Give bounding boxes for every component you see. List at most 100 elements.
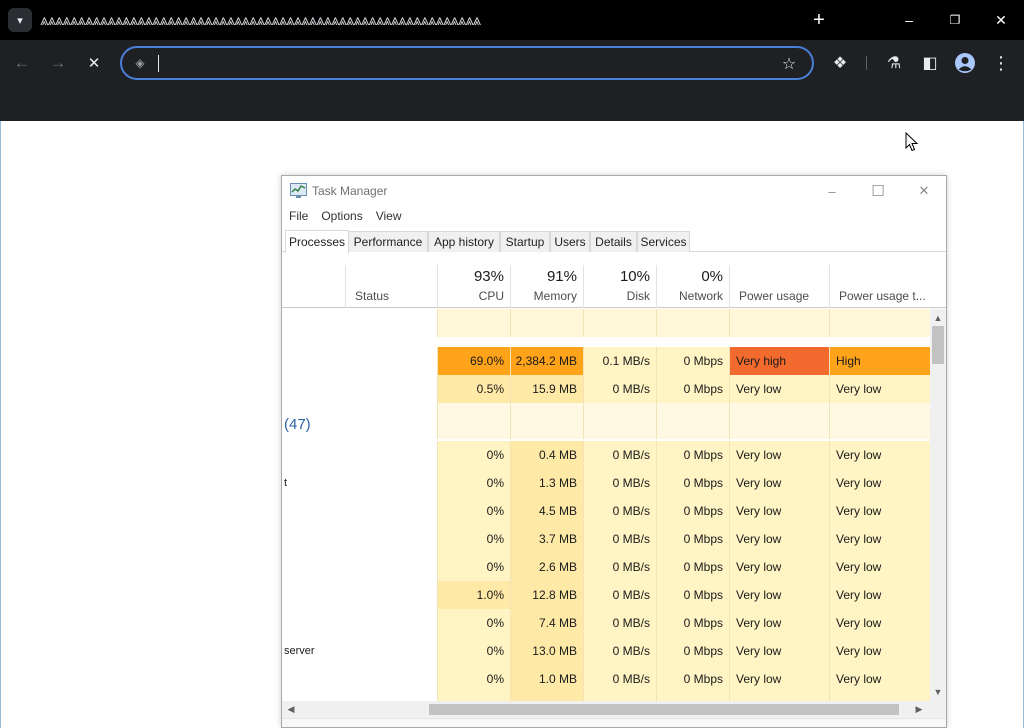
memory-cell [510, 309, 583, 337]
new-tab-button[interactable]: + [806, 6, 832, 34]
profile-button[interactable] [951, 49, 979, 77]
tab-processes[interactable]: Processes [285, 230, 349, 253]
network-cell [656, 693, 729, 701]
extensions-button[interactable]: ❖ [826, 49, 854, 77]
horizontal-scrollbar[interactable]: ◀ ▶ [282, 701, 946, 718]
memory-header-label: Memory [533, 289, 577, 303]
power-trend-cell: Very low [829, 553, 930, 581]
cpu-cell: 69.0% [437, 347, 510, 375]
scroll-up-arrow-icon[interactable]: ▲ [930, 311, 946, 325]
stop-loading-button[interactable]: ✕ [80, 49, 108, 77]
power-cell [729, 309, 829, 337]
window-restore-button[interactable]: ❐ [932, 0, 978, 40]
column-header-status[interactable]: Status [345, 265, 437, 308]
disk-cell: 0 MB/s [583, 553, 656, 581]
network-cell: 0 Mbps [656, 553, 729, 581]
cpu-cell: 0% [437, 637, 510, 665]
disk-cell: 0 MB/s [583, 609, 656, 637]
tab-startup[interactable]: Startup [500, 231, 550, 252]
table-row[interactable] [282, 309, 930, 337]
scroll-right-arrow-icon[interactable]: ▶ [912, 701, 926, 718]
power-trend-header-label: Power usage t... [839, 289, 926, 303]
network-cell: 0 Mbps [656, 637, 729, 665]
vertical-scroll-thumb[interactable] [932, 326, 944, 364]
task-manager-titlebar[interactable]: Task Manager – ☐ ✕ [282, 176, 946, 206]
scroll-left-arrow-icon[interactable]: ◀ [284, 701, 298, 718]
tm-minimize-button[interactable]: – [809, 176, 855, 206]
network-cell: 0 Mbps [656, 609, 729, 637]
column-header-power-usage[interactable]: Power usage [729, 265, 829, 308]
process-table-header: Status 93% CPU 91% Memory 10% Disk 0% Ne… [282, 253, 946, 308]
side-panel-button[interactable]: ◧ [916, 49, 944, 77]
tab-services[interactable]: Services [637, 231, 690, 252]
table-row[interactable]: 0% 1.0 MB 0 MB/s 0 Mbps Very low Very lo… [282, 665, 930, 693]
column-header-cpu[interactable]: 93% CPU [437, 265, 510, 308]
group-header-row[interactable]: (47) [282, 403, 930, 439]
column-header-memory[interactable]: 91% Memory [510, 265, 583, 308]
table-row[interactable]: t 0% 1.3 MB 0 MB/s 0 Mbps Very low Very … [282, 469, 930, 497]
kebab-menu-icon: ⋮ [992, 52, 1010, 73]
cpu-cell: 0% [437, 525, 510, 553]
column-header-network[interactable]: 0% Network [656, 265, 729, 308]
network-cell: 0 Mbps [656, 525, 729, 553]
table-row[interactable]: 0% 4.5 MB 0 MB/s 0 Mbps Very low Very lo… [282, 497, 930, 525]
tm-close-button[interactable]: ✕ [901, 176, 946, 206]
tab-app-history[interactable]: App history [428, 231, 500, 252]
address-input[interactable] [156, 52, 766, 74]
column-header-disk[interactable]: 10% Disk [583, 265, 656, 308]
cpu-header-label: CPU [478, 289, 504, 303]
tab-users[interactable]: Users [550, 231, 590, 252]
forward-button[interactable]: → [44, 49, 72, 77]
column-header-power-usage-trend[interactable]: Power usage t... [829, 265, 930, 308]
puzzle-icon: ❖ [832, 55, 848, 72]
tab-search-button[interactable]: ▾ [8, 8, 32, 32]
site-info-icon[interactable]: ◈ [132, 55, 148, 71]
menu-file[interactable]: File [282, 206, 314, 228]
tm-maximize-button[interactable]: ☐ [855, 176, 901, 206]
cpu-cell: 0% [437, 609, 510, 637]
power-cell: Very low [729, 553, 829, 581]
tab-details[interactable]: Details [590, 231, 637, 252]
window-minimize-button[interactable]: – [886, 0, 932, 40]
back-button[interactable]: ← [8, 49, 36, 77]
table-row[interactable] [282, 693, 930, 701]
window-close-button[interactable]: ✕ [978, 0, 1024, 40]
power-cell: Very low [729, 441, 829, 469]
table-row[interactable]: 1.0% 12.8 MB 0 MB/s 0 Mbps Very low Very… [282, 581, 930, 609]
horizontal-scroll-thumb[interactable] [429, 704, 899, 715]
bookmark-star-icon[interactable]: ☆ [778, 53, 800, 75]
table-row[interactable]: 69.0% 2,384.2 MB 0.1 MB/s 0 Mbps Very hi… [282, 347, 930, 375]
power-cell: Very low [729, 665, 829, 693]
memory-cell [510, 693, 583, 701]
minimize-icon: – [828, 183, 836, 199]
disk-cell: 0 MB/s [583, 375, 656, 403]
bookmarks-bar [0, 86, 1024, 121]
disk-cell: 0 MB/s [583, 469, 656, 497]
disk-cell: 0 MB/s [583, 525, 656, 553]
network-total-percent: 0% [701, 268, 723, 285]
vertical-scrollbar[interactable]: ▲ ▼ [930, 309, 946, 701]
tab-performance[interactable]: Performance [348, 231, 428, 252]
process-name: t [284, 477, 288, 489]
flask-icon: ⚗ [886, 55, 902, 72]
task-manager-title: Task Manager [312, 184, 388, 198]
tab-title[interactable]: ⩓⩓⩓⩓⩓⩓⩓⩓⩓⩓⩓⩓⩓⩓⩓⩓⩓⩓⩓⩓⩓⩓⩓⩓⩓⩓⩓⩓⩓⩓⩓⩓⩓⩓⩓⩓⩓⩓⩓⩓… [40, 10, 768, 30]
task-manager-window: Task Manager – ☐ ✕ File Options View Pro… [281, 175, 947, 728]
table-row[interactable]: 0.5% 15.9 MB 0 MB/s 0 Mbps Very low Very… [282, 375, 930, 403]
scroll-down-arrow-icon[interactable]: ▼ [930, 685, 946, 699]
address-bar[interactable]: ◈ ☆ [120, 46, 814, 80]
power-cell: Very low [729, 375, 829, 403]
menu-view[interactable]: View [369, 206, 408, 228]
table-row[interactable]: 0% 3.7 MB 0 MB/s 0 Mbps Very low Very lo… [282, 525, 930, 553]
browser-menu-button[interactable]: ⋮ [987, 49, 1015, 77]
labs-button[interactable]: ⚗ [880, 49, 908, 77]
disk-total-percent: 10% [619, 268, 650, 285]
table-row[interactable]: 0% 2.6 MB 0 MB/s 0 Mbps Very low Very lo… [282, 553, 930, 581]
stop-icon: ✕ [87, 55, 101, 72]
table-row[interactable]: 0% 0.4 MB 0 MB/s 0 Mbps Very low Very lo… [282, 441, 930, 469]
process-name: server [284, 645, 315, 657]
table-row[interactable]: server 0% 13.0 MB 0 MB/s 0 Mbps Very low… [282, 637, 930, 665]
menu-options[interactable]: Options [314, 206, 368, 228]
table-row[interactable]: 0% 7.4 MB 0 MB/s 0 Mbps Very low Very lo… [282, 609, 930, 637]
disk-cell: 0 MB/s [583, 497, 656, 525]
